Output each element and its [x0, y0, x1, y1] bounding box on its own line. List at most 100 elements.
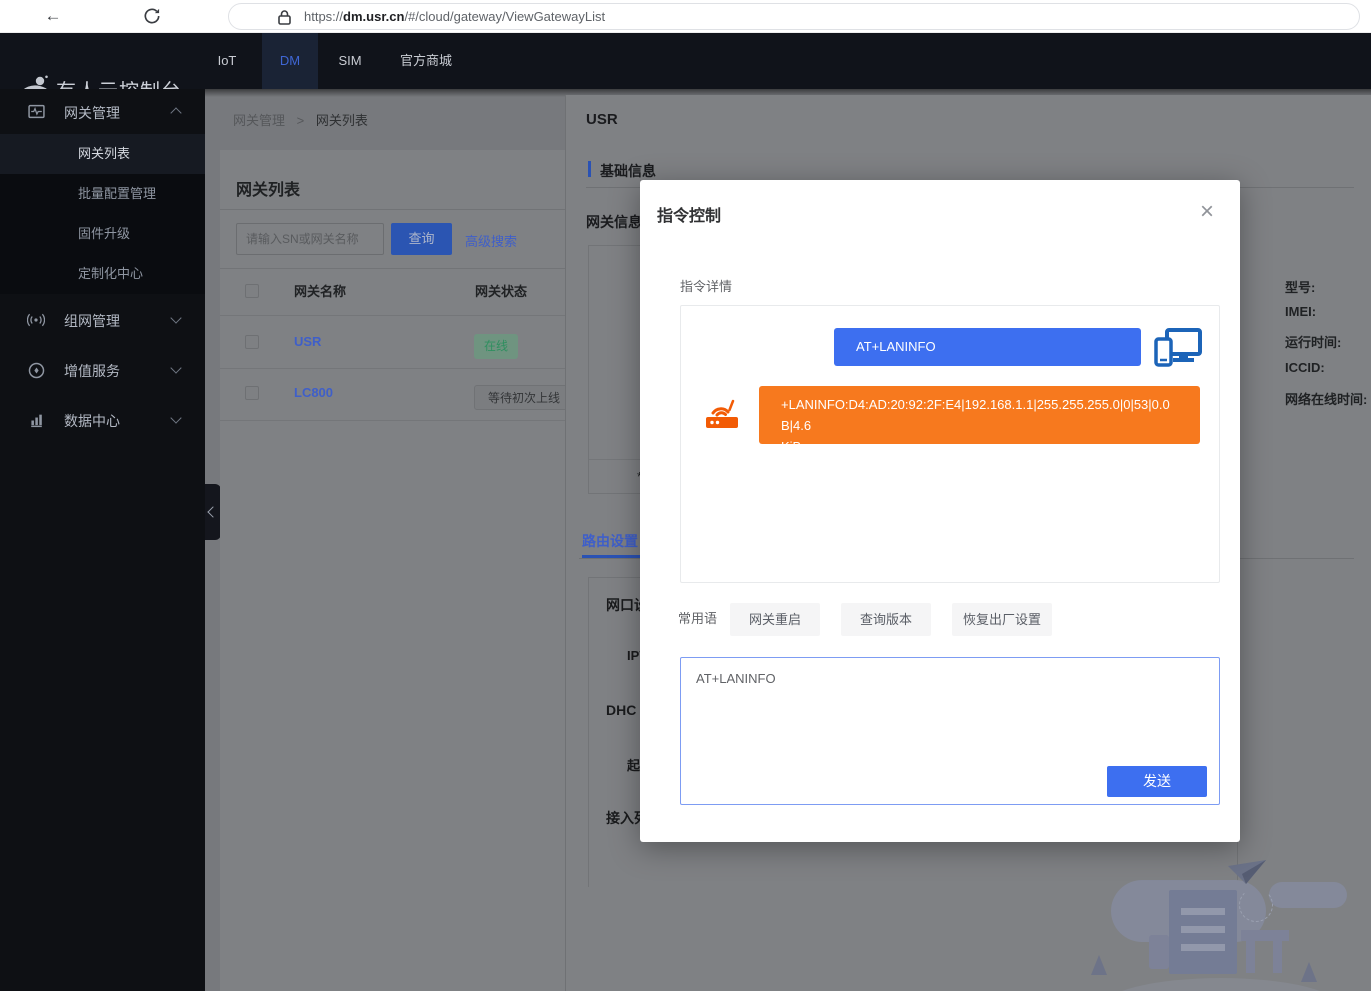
browser-refresh-button[interactable]: [142, 6, 162, 31]
document-shape: [1169, 890, 1237, 974]
section-basic-info: 基础信息: [600, 161, 656, 181]
lock-icon: [278, 9, 291, 25]
send-button[interactable]: 发送: [1107, 766, 1207, 797]
sidebar-group-network-management[interactable]: 组网管理: [0, 300, 205, 340]
divider: [220, 315, 565, 316]
quick-phrases-label: 常用语: [678, 608, 717, 627]
empty-state-illustration: [1091, 850, 1371, 991]
chevron-down-icon: [170, 312, 181, 323]
command-detail-label: 指令详情: [680, 276, 732, 295]
table-leg: [1246, 941, 1255, 973]
browser-chrome: ← https://dm.usr.cn/#/cloud/gateway/View…: [0, 0, 1371, 33]
row-checkbox[interactable]: [245, 386, 259, 400]
command-history-panel: AT+LANINFO +LANINFO:D4:AD:20:92:2F:E4|19…: [680, 305, 1220, 583]
detail-title: USR: [586, 111, 618, 128]
sidebar-group-label: 网关管理: [64, 103, 120, 123]
select-all-checkbox[interactable]: [245, 284, 259, 298]
tree-shape: [1301, 962, 1317, 982]
nav-tab-shop[interactable]: 官方商城: [390, 33, 462, 89]
breadcrumb-separator: >: [289, 113, 313, 128]
status-badge-online: 在线: [474, 334, 518, 359]
plane-trail: [1239, 888, 1273, 922]
document-line: [1181, 944, 1225, 951]
chevron-left-icon: [207, 506, 218, 517]
info-label-iccid: ICCID:: [1285, 360, 1325, 375]
cloud-shape: [1269, 882, 1347, 908]
divider: [220, 268, 565, 269]
sidebar-item-customization-center[interactable]: 定制化中心: [0, 254, 205, 294]
breadcrumb-gateway-list: 网关列表: [316, 113, 368, 128]
advanced-search-link[interactable]: 高级搜索: [465, 231, 517, 250]
top-nav: 有人云控制台 www.usr.cn IoT DM SIM 官方商城: [0, 33, 1371, 89]
sidebar-group-label: 增值服务: [64, 361, 120, 381]
response-line-1: +LANINFO:D4:AD:20:92:2F:E4|192.168.1.1|2…: [781, 394, 1178, 436]
data-chart-icon: [28, 412, 45, 429]
chevron-down-icon: [170, 362, 181, 373]
label-dhcp: DHC: [606, 702, 636, 718]
sidebar-group-label: 数据中心: [64, 411, 120, 431]
sidebar: 网关管理 网关列表 批量配置管理 固件升级 定制化中心 组网管理 增值服务: [0, 89, 205, 991]
response-bubble: +LANINFO:D4:AD:20:92:2F:E4|192.168.1.1|2…: [759, 386, 1200, 444]
column-header-status: 网关状态: [475, 281, 527, 300]
list-title: 网关列表: [236, 176, 300, 200]
tab-route-settings[interactable]: 路由设置: [582, 531, 638, 551]
command-control-modal: 指令控制 × 指令详情 AT+LANINFO +LANINFO:D4:AD:20…: [640, 180, 1240, 842]
section-accent-bar: [588, 161, 591, 177]
services-icon: [28, 362, 45, 379]
search-button[interactable]: 查询: [391, 223, 452, 255]
chair-shape: [1149, 935, 1169, 969]
table-leg: [1273, 941, 1282, 973]
divider: [220, 368, 565, 369]
label-start: 起: [627, 755, 640, 774]
sent-command-bubble: AT+LANINFO: [834, 328, 1141, 366]
nav-tab-dm[interactable]: DM: [262, 33, 318, 89]
quick-button-factory-reset[interactable]: 恢复出厂设置: [952, 603, 1052, 636]
sidebar-group-value-added-services[interactable]: 增值服务: [0, 350, 205, 390]
status-badge-waiting: 等待初次上线: [474, 385, 565, 410]
document-line: [1181, 926, 1225, 933]
info-label-runtime: 运行时间:: [1285, 332, 1341, 351]
gateway-link-lc800[interactable]: LC800: [294, 385, 333, 400]
info-label-network-online-time: 网络在线时间:: [1285, 389, 1367, 408]
quick-button-query-version[interactable]: 查询版本: [841, 603, 931, 636]
column-header-name: 网关名称: [294, 281, 346, 300]
paper-plane-icon: [1226, 858, 1268, 886]
breadcrumb-gateway-management[interactable]: 网关管理: [233, 113, 285, 128]
modal-title: 指令控制: [657, 202, 721, 226]
modal-close-button[interactable]: ×: [1200, 198, 1214, 226]
sidebar-item-batch-config[interactable]: 批量配置管理: [0, 174, 205, 214]
document-line: [1181, 908, 1225, 915]
chevron-up-icon: [170, 107, 181, 118]
row-checkbox[interactable]: [245, 335, 259, 349]
sidebar-submenu: 网关列表 批量配置管理 固件升级 定制化中心: [0, 134, 205, 294]
sidebar-group-gateway-management[interactable]: 网关管理: [0, 92, 205, 132]
quick-button-reboot[interactable]: 网关重启: [730, 603, 820, 636]
sidebar-item-gateway-list[interactable]: 网关列表: [0, 134, 205, 174]
sidebar-item-firmware-upgrade[interactable]: 固件升级: [0, 214, 205, 254]
refresh-icon: [142, 6, 162, 26]
search-input[interactable]: [236, 223, 384, 255]
broadcast-icon: [27, 312, 45, 328]
url-bar[interactable]: https://dm.usr.cn/#/cloud/gateway/ViewGa…: [228, 3, 1360, 30]
response-line-2: KiB: [781, 436, 1178, 457]
sidebar-collapse-handle[interactable]: [205, 484, 221, 540]
sidebar-group-data-center[interactable]: 数据中心: [0, 400, 205, 440]
table-shape: [1241, 930, 1289, 941]
gateway-icon: [28, 103, 45, 120]
nav-tab-iot[interactable]: IoT: [203, 33, 251, 89]
tree-shape: [1091, 955, 1107, 975]
breadcrumb: 网关管理 > 网关列表: [233, 110, 368, 129]
client-device-icon: [1154, 327, 1202, 367]
info-label-model: 型号:: [1285, 277, 1315, 296]
browser-back-button[interactable]: ←: [40, 4, 66, 28]
chevron-down-icon: [170, 412, 181, 423]
gateway-link-usr[interactable]: USR: [294, 334, 321, 349]
divider: [220, 420, 565, 421]
page: ← https://dm.usr.cn/#/cloud/gateway/View…: [0, 0, 1371, 991]
gateway-list-card: 网关列表 查询 高级搜索 网关名称 网关状态 USR 在线 LC800 等待初次…: [220, 150, 565, 991]
url-text: https://dm.usr.cn/#/cloud/gateway/ViewGa…: [304, 4, 605, 29]
nav-tab-sim[interactable]: SIM: [328, 33, 372, 89]
sidebar-group-label: 组网管理: [64, 311, 120, 331]
divider: [220, 209, 565, 210]
router-icon: [704, 394, 740, 430]
